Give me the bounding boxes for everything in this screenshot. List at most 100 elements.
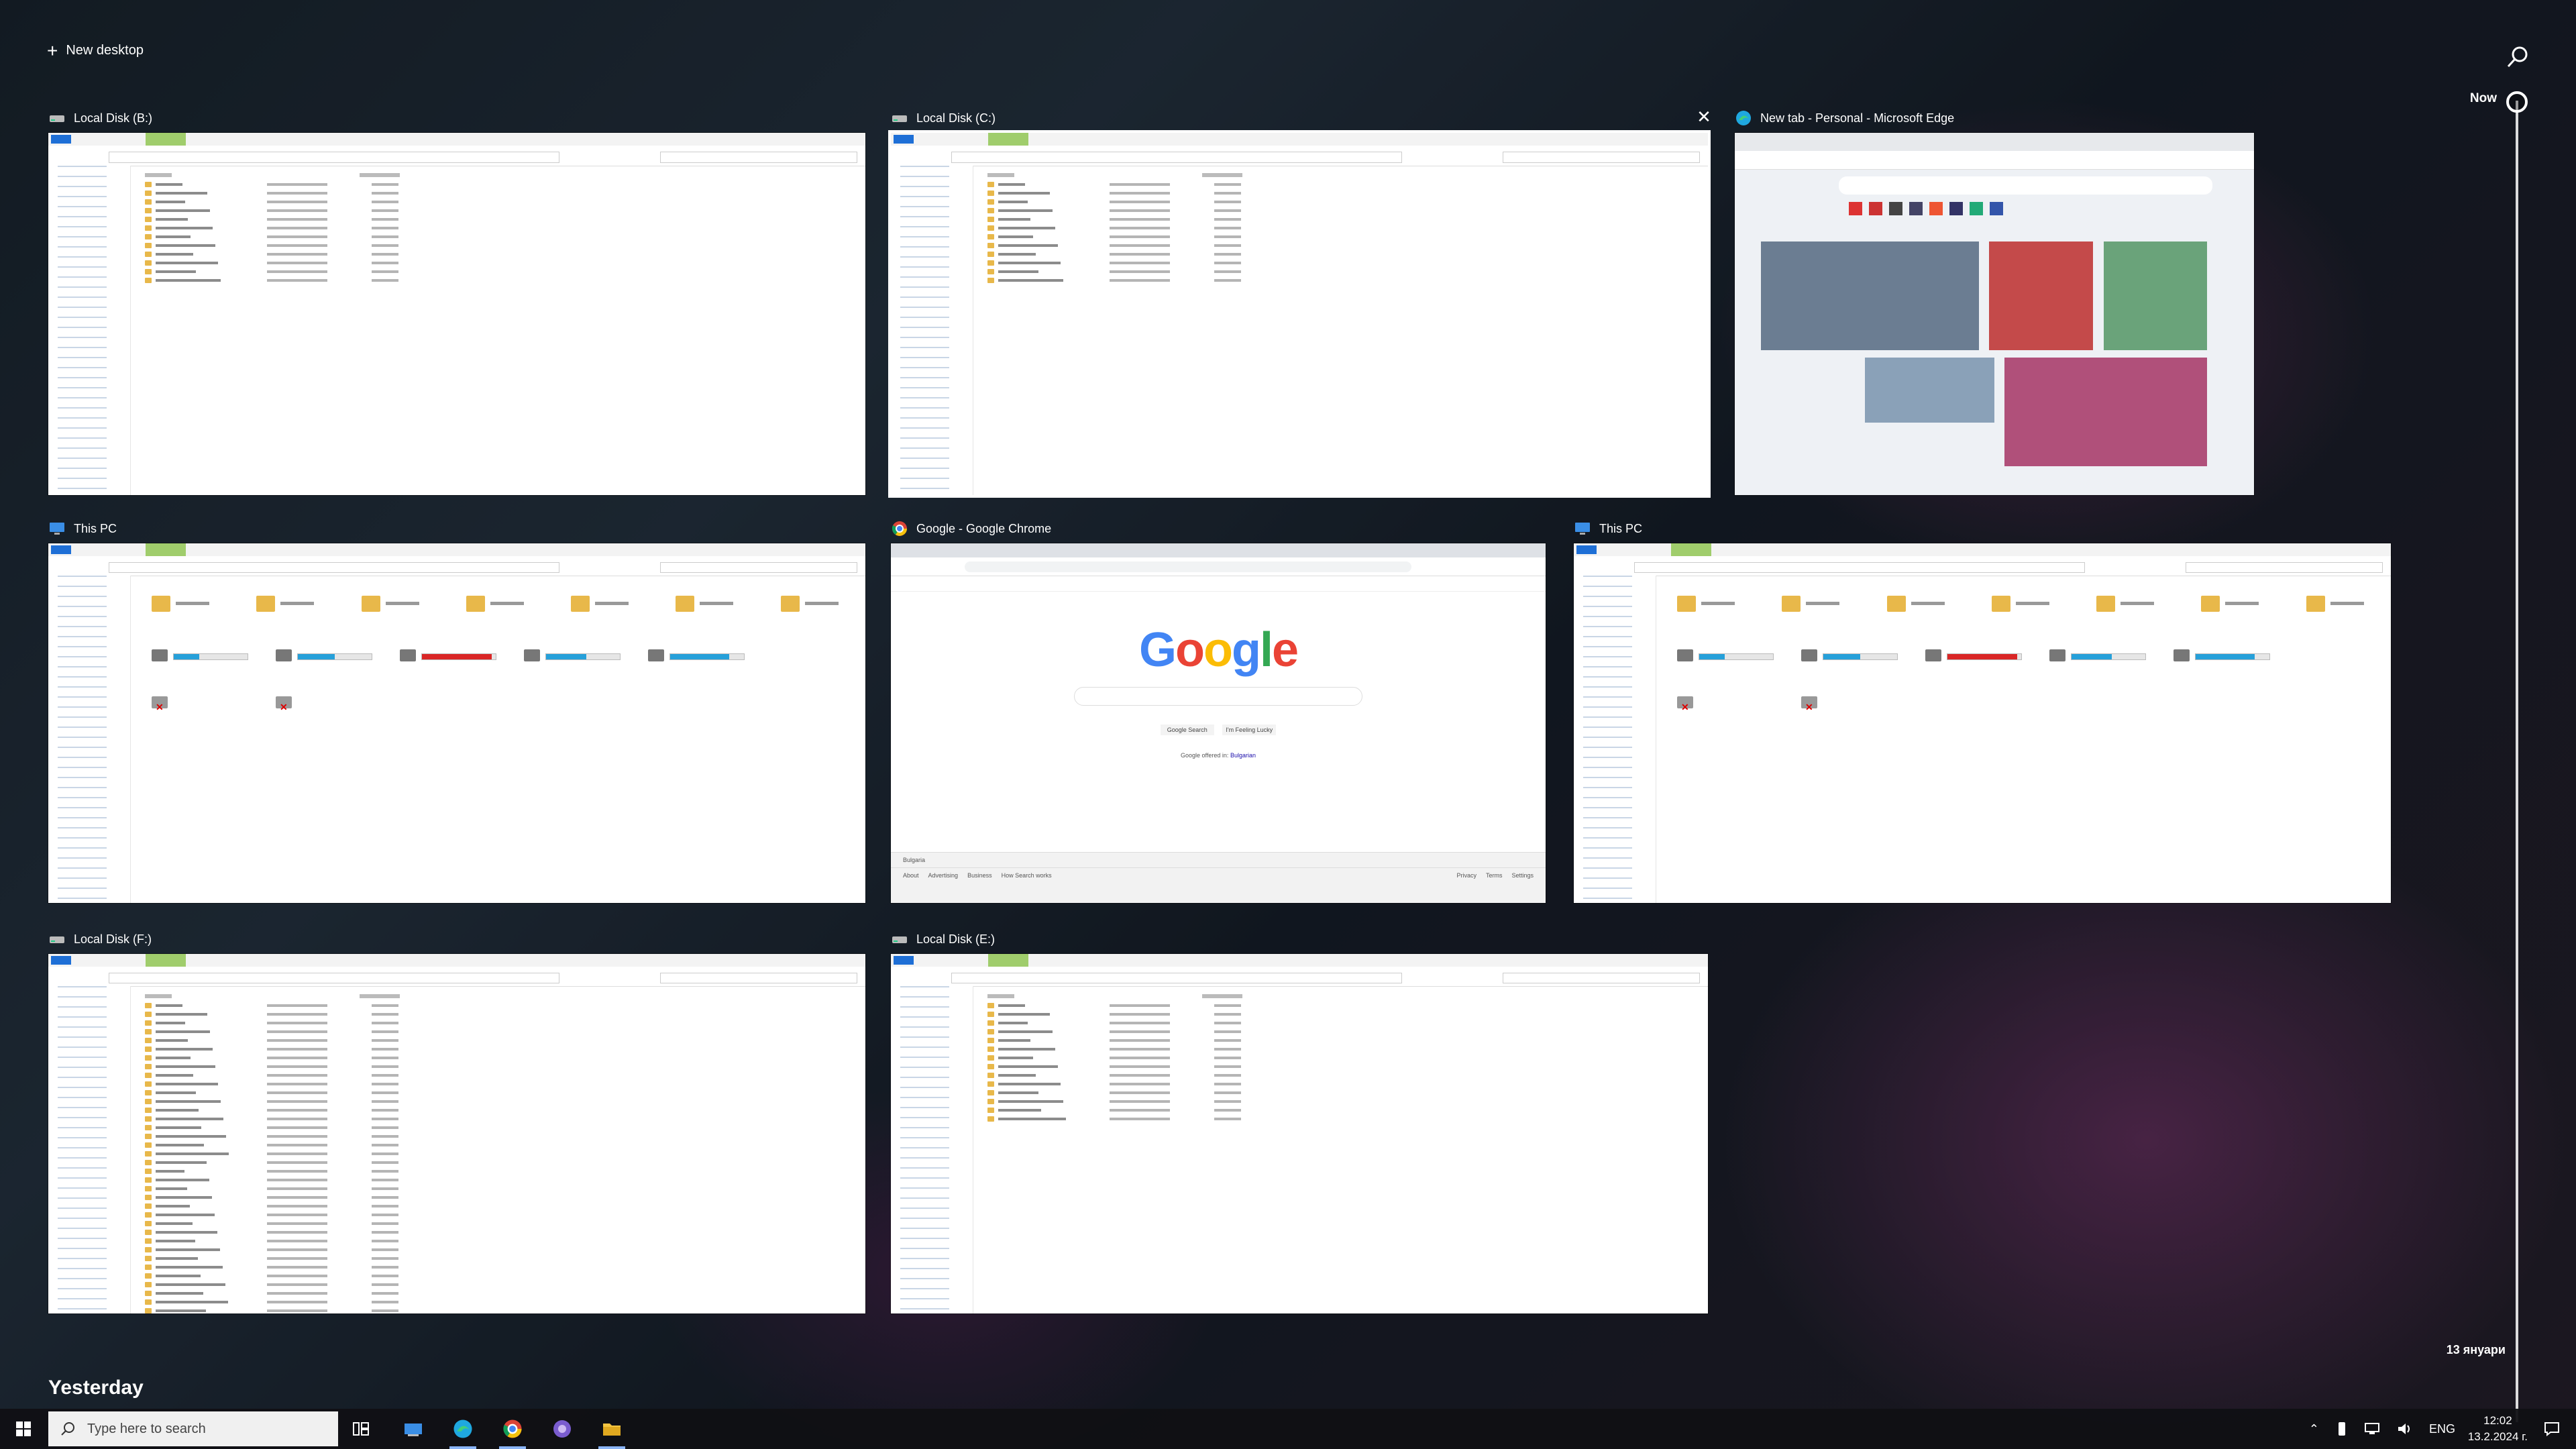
taskbar-app-chrome[interactable] — [492, 1409, 533, 1449]
file-row — [144, 251, 859, 258]
file-row — [987, 268, 1701, 275]
file-row — [987, 233, 1701, 240]
file-row — [144, 1020, 859, 1026]
new-desktop-button[interactable]: + New desktop — [47, 41, 144, 60]
window-title-bar: New tab - Personal - Microsoft Edge — [1735, 107, 1954, 129]
google-buttons: Google Search I'm Feeling Lucky — [891, 723, 1546, 735]
network-drive-tile: ✕ — [151, 691, 249, 718]
explorer-navigation-pane — [1574, 576, 1656, 903]
timeline-search-icon[interactable] — [2505, 44, 2530, 70]
file-row — [144, 1107, 859, 1114]
notification-center-button[interactable] — [2538, 1409, 2565, 1449]
file-row — [144, 1246, 859, 1253]
window-card-this-pc-1[interactable]: This PC ✕ ✕ — [48, 522, 865, 903]
footer-link-about: About — [903, 871, 919, 879]
window-title: New tab - Personal - Microsoft Edge — [1760, 111, 1955, 125]
taskbar-app-pinned-explorer[interactable] — [393, 1409, 433, 1449]
explorer-content: ✕ ✕ — [138, 580, 865, 903]
timeline-scrollbar[interactable] — [2516, 101, 2518, 1422]
show-hidden-icons-chevron-icon[interactable]: ⌃ — [2309, 1422, 2319, 1436]
window-card-local-disk-b[interactable]: Local Disk (B:) — [48, 111, 865, 495]
app-purple-icon — [553, 1420, 571, 1438]
pc-folder-tile — [2201, 590, 2279, 617]
pc-folder-tile — [1676, 590, 1755, 617]
window-card-edge[interactable]: New tab - Personal - Microsoft Edge — [1735, 111, 2254, 495]
file-row — [987, 1020, 1701, 1026]
footer-link-privacy: Privacy — [1456, 871, 1477, 879]
file-row — [987, 1081, 1701, 1087]
file-explorer-drive-icon — [892, 115, 907, 122]
chrome-icon — [503, 1419, 522, 1438]
file-row — [987, 1046, 1701, 1053]
folder-icon — [603, 1424, 621, 1436]
explorer-ribbon — [48, 954, 865, 987]
file-row — [144, 1072, 859, 1079]
file-row — [144, 1290, 859, 1297]
file-row — [987, 1002, 1701, 1009]
window-title-bar: Local Disk (C:) — [891, 107, 996, 129]
window-card-chrome[interactable]: Google - Google Chrome Google Google Sea… — [891, 521, 1546, 903]
taskbar-app-file-explorer[interactable] — [592, 1409, 632, 1449]
pc-folder-tile — [1991, 590, 2070, 617]
pc-folder-tile — [2306, 590, 2384, 617]
explorer-content — [138, 990, 865, 1313]
file-row — [144, 242, 859, 249]
close-window-button[interactable]: ✕ — [1692, 105, 1716, 129]
usb-drive-icon[interactable] — [2337, 1421, 2347, 1436]
file-row — [144, 233, 859, 240]
file-row — [144, 1168, 859, 1175]
network-folder-icon — [405, 1424, 422, 1436]
window-card-this-pc-2[interactable]: This PC ✕ ✕ — [1574, 522, 2391, 903]
window-title: Local Disk (B:) — [74, 111, 153, 125]
file-row — [144, 1150, 859, 1157]
file-row — [987, 277, 1701, 284]
file-row — [144, 1002, 859, 1009]
pc-folder-tile — [571, 590, 649, 617]
task-view-icon — [353, 1422, 369, 1436]
file-row — [144, 1264, 859, 1271]
explorer-content — [981, 169, 1708, 495]
file-row — [144, 1281, 859, 1288]
taskbar-app-purple[interactable] — [542, 1409, 582, 1449]
timeline-knob[interactable] — [2506, 91, 2528, 113]
drive-tile — [1801, 644, 1898, 671]
drive-tile — [1676, 644, 1774, 671]
explorer-content: ✕ ✕ — [1664, 580, 2391, 903]
window-title-bar: Local Disk (F:) — [48, 928, 152, 950]
file-row — [144, 181, 859, 188]
window-thumbnail — [48, 954, 865, 1313]
explorer-ribbon — [891, 133, 1708, 166]
explorer-ribbon — [48, 133, 865, 166]
drive-tile — [2049, 644, 2147, 671]
file-row — [144, 1055, 859, 1061]
start-button[interactable] — [7, 1409, 40, 1449]
taskbar-search-box[interactable]: Type here to search — [48, 1411, 338, 1446]
volume-icon[interactable] — [2397, 1422, 2412, 1436]
file-row — [987, 207, 1701, 214]
window-thumbnail — [48, 133, 865, 495]
network-icon[interactable] — [2364, 1422, 2379, 1436]
language-indicator[interactable]: ENG — [2429, 1422, 2455, 1436]
explorer-navigation-pane — [891, 986, 973, 1313]
window-card-local-disk-e[interactable]: Local Disk (E:) — [891, 932, 1708, 1313]
file-row — [144, 1028, 859, 1035]
taskbar-app-edge[interactable] — [443, 1409, 483, 1449]
file-row — [987, 190, 1701, 197]
window-card-local-disk-c[interactable]: Local Disk (C:) ✕ — [891, 107, 1711, 495]
window-title-bar: This PC — [1574, 518, 1642, 539]
window-title: Local Disk (C:) — [916, 111, 996, 125]
file-row — [144, 1299, 859, 1305]
notification-icon — [2544, 1422, 2559, 1436]
window-card-local-disk-f[interactable]: Local Disk (F:) — [48, 932, 865, 1313]
window-title: Local Disk (E:) — [916, 932, 996, 946]
file-row — [144, 1238, 859, 1244]
file-row — [987, 199, 1701, 205]
file-row — [987, 1028, 1701, 1035]
footer-link-settings: Settings — [1511, 871, 1534, 879]
google-footer: Bulgaria About Advertising Business How … — [891, 851, 1546, 903]
pc-folder-tile — [2096, 590, 2174, 617]
task-view-button[interactable] — [347, 1409, 374, 1449]
timeline-date-label[interactable]: 13 януари — [2388, 1343, 2506, 1357]
file-row — [987, 1011, 1701, 1018]
clock[interactable]: 12:02 13.2.2024 г. — [2468, 1409, 2528, 1449]
